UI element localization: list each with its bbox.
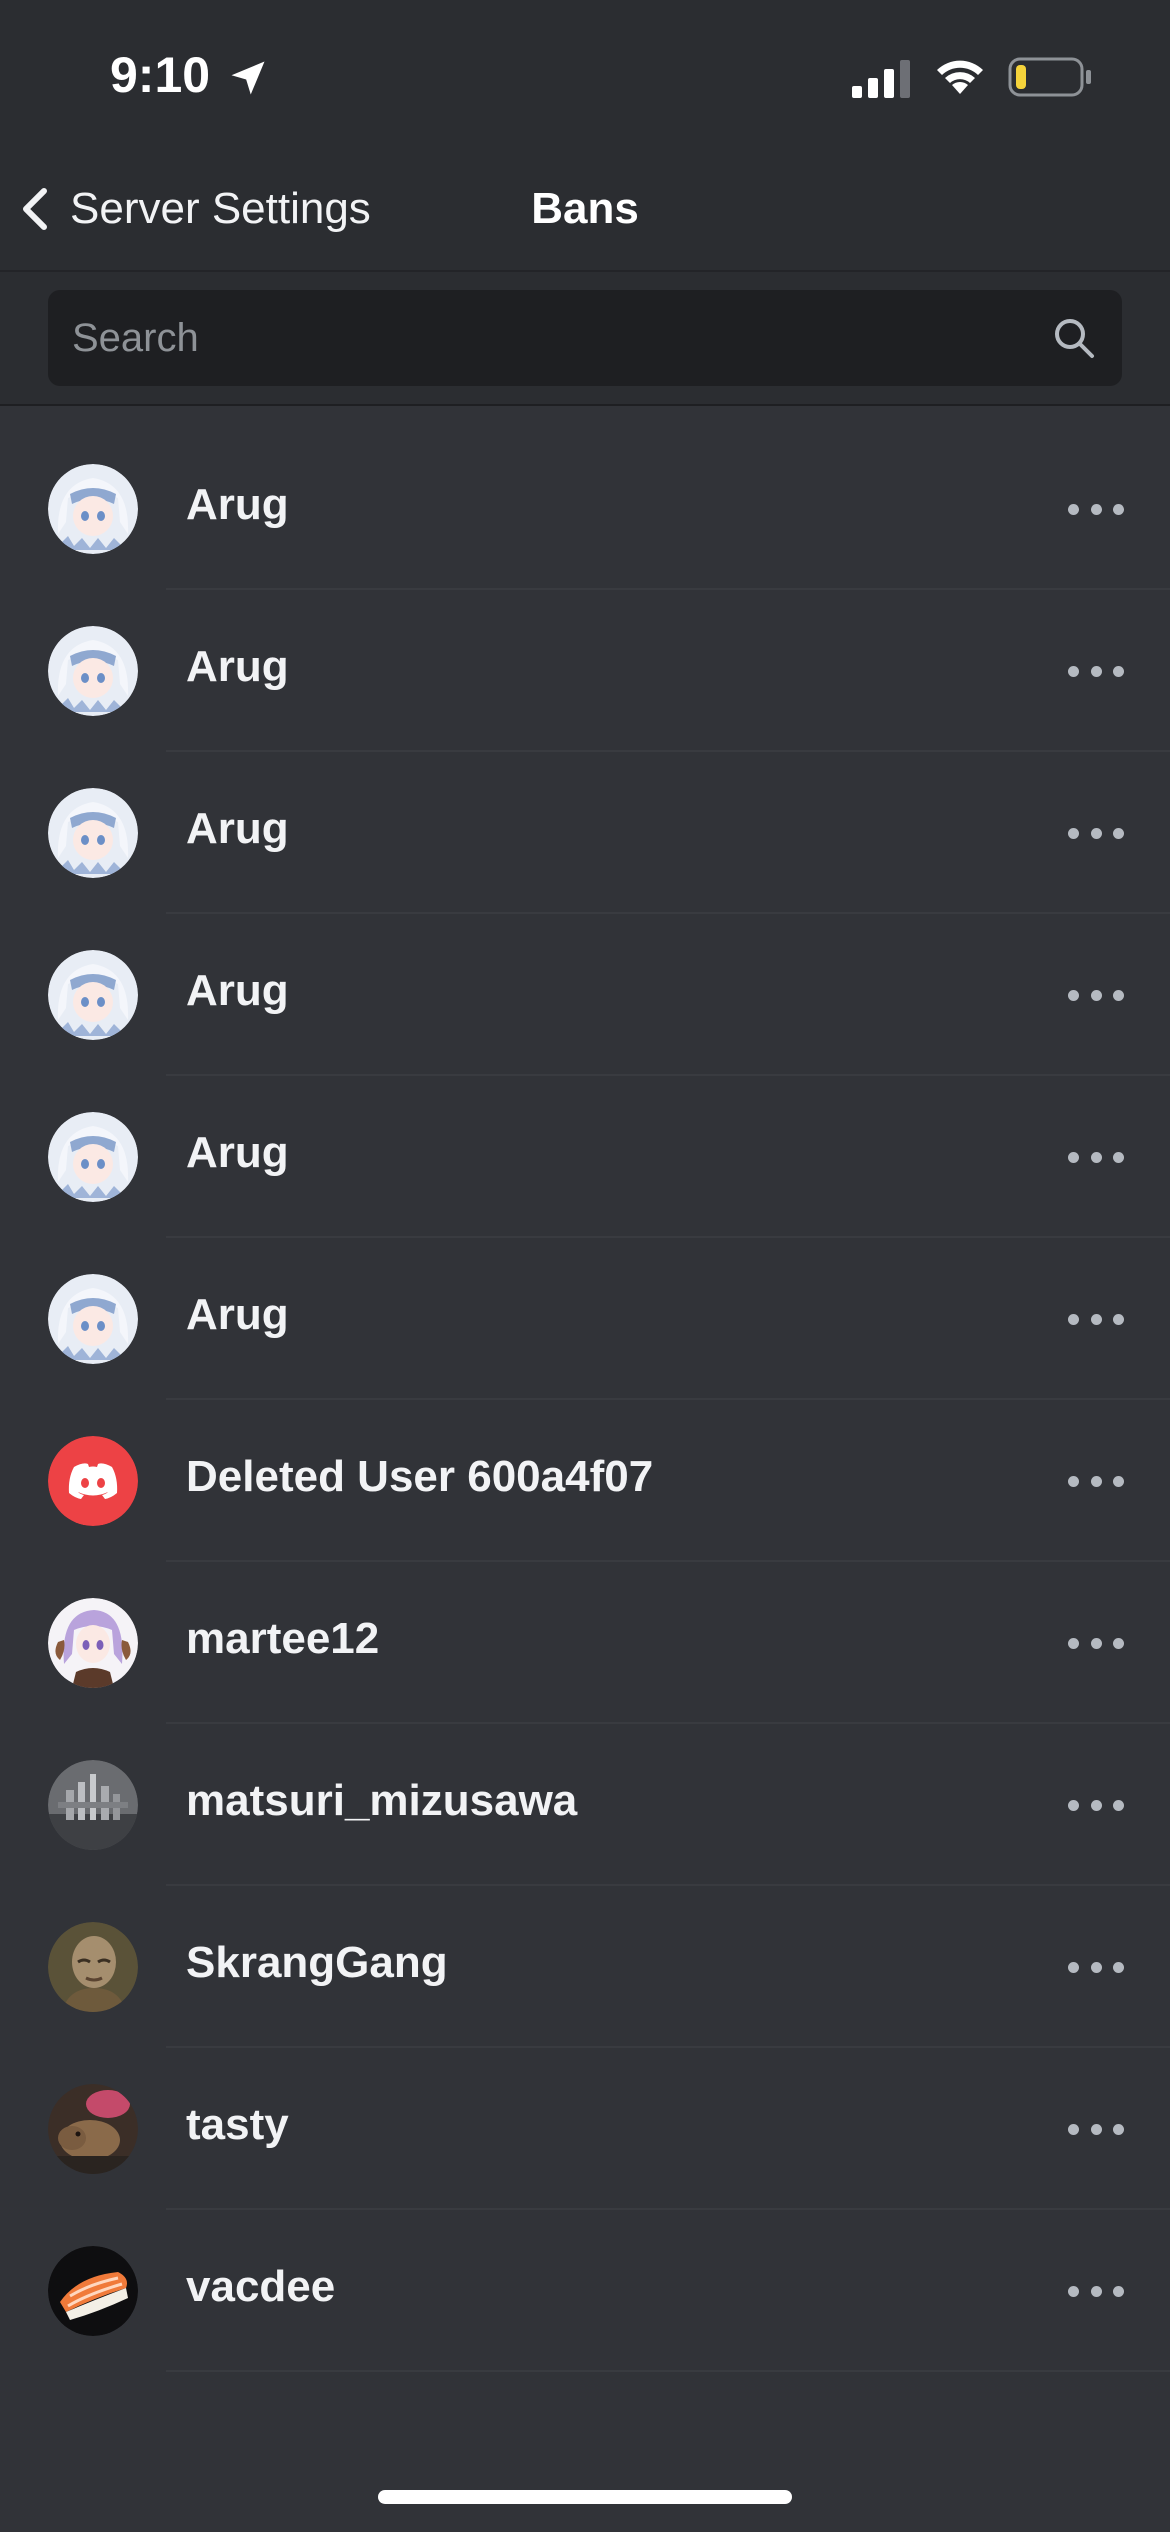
avatar: [48, 1922, 138, 2012]
search-icon[interactable]: [1052, 316, 1096, 360]
row-divider: [166, 2370, 1170, 2372]
battery-low-icon: [1008, 57, 1091, 97]
ban-username: Arug: [186, 966, 289, 1015]
ban-username: martee12: [186, 1614, 380, 1663]
avatar: [48, 788, 138, 878]
cellular-signal-icon: [852, 60, 910, 98]
more-options-icon[interactable]: [1068, 2268, 1124, 2314]
more-options-icon[interactable]: [1068, 1620, 1124, 1666]
ban-list-item[interactable]: Arug: [0, 1076, 1170, 1238]
avatar: [48, 2246, 138, 2336]
more-options-icon[interactable]: [1068, 810, 1124, 856]
ban-list-item[interactable]: martee12: [0, 1562, 1170, 1724]
ban-username: Arug: [186, 642, 289, 691]
avatar: [48, 1760, 138, 1850]
avatar: [48, 626, 138, 716]
more-options-icon[interactable]: [1068, 972, 1124, 1018]
more-options-icon[interactable]: [1068, 2106, 1124, 2152]
ban-list-item[interactable]: tasty: [0, 2048, 1170, 2210]
ban-username: Arug: [186, 1128, 289, 1177]
chevron-left-icon: [23, 188, 47, 230]
avatar: [48, 2084, 138, 2174]
ban-list-item[interactable]: Arug: [0, 1238, 1170, 1400]
more-options-icon[interactable]: [1068, 1782, 1124, 1828]
ban-username: tasty: [186, 2100, 289, 2149]
more-options-icon[interactable]: [1068, 1458, 1124, 1504]
search-section: [0, 272, 1170, 406]
location-arrow-icon: [231, 61, 265, 95]
ban-username: vacdee: [186, 2262, 336, 2311]
ban-list-item[interactable]: Deleted User 600a4f07: [0, 1400, 1170, 1562]
ban-list-item[interactable]: Arug: [0, 914, 1170, 1076]
more-options-icon[interactable]: [1068, 1134, 1124, 1180]
ban-username: Deleted User 600a4f07: [186, 1452, 654, 1501]
back-label: Server Settings: [70, 184, 371, 233]
search-input[interactable]: [72, 290, 1012, 386]
avatar: [48, 1436, 138, 1526]
status-time: 9:10: [110, 47, 211, 103]
ban-list: Arug Arug Arug Arug Arug Arug Deleted User 600…: [0, 428, 1170, 2372]
ban-list-item[interactable]: vacdee: [0, 2210, 1170, 2372]
avatar: [48, 464, 138, 554]
navigation-bar: Bans Server Settings: [0, 150, 1170, 272]
search-field[interactable]: [48, 290, 1122, 386]
ban-list-item[interactable]: Arug: [0, 752, 1170, 914]
ban-username: Arug: [186, 804, 289, 853]
avatar: [48, 1112, 138, 1202]
avatar: [48, 1598, 138, 1688]
more-options-icon[interactable]: [1068, 1296, 1124, 1342]
ban-list-item[interactable]: SkrangGang: [0, 1886, 1170, 2048]
ban-username: Arug: [186, 480, 289, 529]
more-options-icon[interactable]: [1068, 486, 1124, 532]
back-button[interactable]: Server Settings: [18, 174, 371, 244]
avatar: [48, 1274, 138, 1364]
more-options-icon[interactable]: [1068, 648, 1124, 694]
ban-username: Arug: [186, 1290, 289, 1339]
status-bar: 9:10: [0, 0, 1170, 150]
avatar: [48, 950, 138, 1040]
wifi-icon: [937, 60, 983, 94]
ban-list-item[interactable]: matsuri_mizusawa: [0, 1724, 1170, 1886]
home-indicator[interactable]: [378, 2490, 792, 2504]
more-options-icon[interactable]: [1068, 1944, 1124, 1990]
ban-username: matsuri_mizusawa: [186, 1776, 578, 1825]
ban-list-item[interactable]: Arug: [0, 590, 1170, 752]
ban-list-item[interactable]: Arug: [0, 428, 1170, 590]
ban-username: SkrangGang: [186, 1938, 448, 1987]
